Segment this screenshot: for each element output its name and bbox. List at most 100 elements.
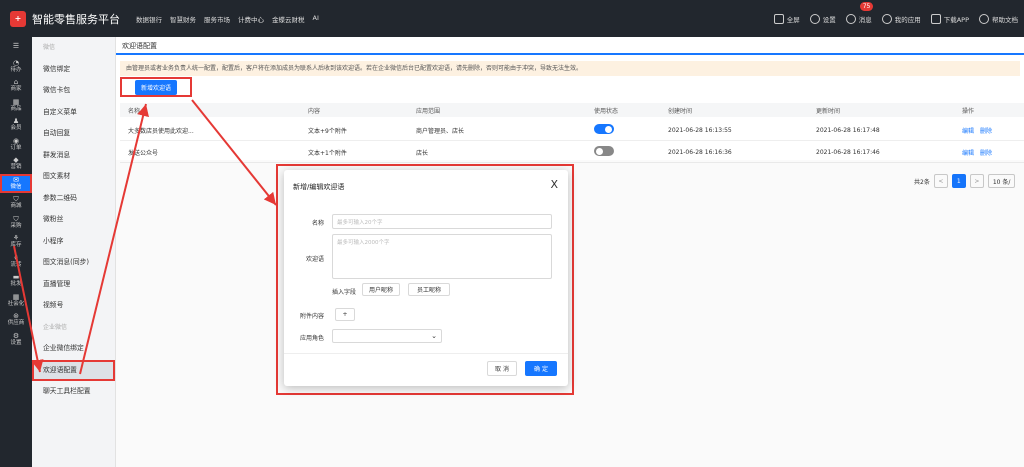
col-scope: 应用范围 [416, 107, 441, 115]
rail-item-wechat[interactable]: ✉ 微信 [0, 173, 32, 193]
role-label: 应用角色 [299, 335, 324, 342]
fullscreen-button[interactable]: 全屏 [773, 13, 800, 24]
submenu-group-wechat: 微信 [43, 44, 56, 51]
close-icon[interactable]: X [550, 178, 558, 191]
col-actions: 操作 [962, 107, 975, 115]
rail-item-member[interactable]: ♟ 会员 [0, 115, 32, 135]
submenu-item-work-wechat-bind[interactable]: 企业微信绑定 [32, 338, 115, 360]
row-updated: 2021-06-28 16:17:48 [816, 126, 880, 134]
wholesale-icon: ▬ [12, 273, 20, 281]
edit-link[interactable]: 编辑 [962, 150, 974, 157]
col-content: 内容 [308, 107, 321, 115]
welcome-edit-dialog: 新增/编辑欢迎语 X 名称 最多可输入20个字 欢迎语 最多可输入2000个字 … [284, 170, 568, 386]
rail-item-merchant[interactable]: ⌂ 商家 [0, 76, 32, 96]
row-scope: 店长 [416, 149, 429, 157]
rail-item-flow[interactable]: ⚱ 流转 [0, 252, 32, 272]
top-bar: + 智能零售服务平台 数据银行 智慧财务 服务市场 计费中心 金蝶云财税 AI … [0, 0, 1024, 37]
topnav-kingdee[interactable]: 金蝶云财税 [272, 14, 305, 24]
submenu-item-chat-toolbar[interactable]: 聊天工具栏配置 [32, 381, 115, 403]
dialog-title: 新增/编辑欢迎语 [293, 183, 345, 191]
settings-button[interactable]: 设置 [809, 13, 836, 24]
rail-item-stock[interactable]: ⚘ 库存 [0, 232, 32, 252]
submenu: 微信 微信绑定 微信卡包 自定义菜单 自动回复 群发消息 图文素材 参数二维码 … [32, 37, 116, 467]
submenu-item-miniprogram[interactable]: 小程序 [32, 231, 115, 253]
rail-item-marketing[interactable]: ◆ 营销 [0, 154, 32, 174]
main-rail: ☰ ◔ 待办 ⌂ 商家 ▦ 商品 ♟ 会员 ◉ 订单 ◆ 营销 ✉ 微信 ⛉ 商城 ⛉ 采购 ⚘ 库… [0, 37, 32, 467]
submenu-item-material[interactable]: 图文素材 [32, 166, 115, 188]
submenu-item-broadcast[interactable]: 群发消息 [32, 145, 115, 167]
add-attachment-button[interactable]: + [335, 308, 355, 321]
edit-link[interactable]: 编辑 [962, 128, 974, 135]
confirm-button[interactable]: 确 定 [525, 361, 557, 376]
rail-item-goods[interactable]: ▦ 商品 [0, 96, 32, 116]
help-icon [979, 13, 989, 24]
top-nav: 数据银行 智慧财务 服务市场 计费中心 金蝶云财税 AI [136, 14, 319, 24]
rail-item-supplier[interactable]: ⊛ 供应商 [0, 310, 32, 330]
submenu-item-qrcode[interactable]: 参数二维码 [32, 188, 115, 210]
submenu-item-fans[interactable]: 微粉丝 [32, 209, 115, 231]
submenu-item-channels[interactable]: 视频号 [32, 295, 115, 317]
submenu-item-welcome-config[interactable]: 欢迎语配置 [32, 359, 115, 381]
submenu-item-card[interactable]: 微信卡包 [32, 80, 115, 102]
insert-user-nickname-button[interactable]: 用户昵称 [362, 283, 400, 296]
grid-icon: ▦ [12, 97, 20, 106]
greeting-textarea[interactable]: 最多可输入2000个字 [332, 234, 552, 279]
cancel-button[interactable]: 取 消 [487, 361, 517, 376]
col-updated: 更新时间 [816, 107, 841, 115]
rail-item-purchase[interactable]: ⛉ 采购 [0, 213, 32, 233]
insert-staff-nickname-button[interactable]: 员工昵称 [408, 283, 450, 296]
rail-menu-toggle[interactable]: ☰ [0, 37, 32, 57]
delete-link[interactable]: 删除 [980, 150, 992, 157]
submenu-item-live[interactable]: 直播管理 [32, 274, 115, 296]
app-title: 智能零售服务平台 [32, 12, 120, 26]
rail-item-order[interactable]: ◉ 订单 [0, 135, 32, 155]
row-updated: 2021-06-28 16:17:46 [816, 148, 880, 156]
name-input[interactable]: 最多可输入20个字 [332, 214, 552, 229]
rail-item-todo[interactable]: ◔ 待办 [0, 57, 32, 77]
rail-item-mall[interactable]: ⛉ 商城 [0, 193, 32, 213]
submenu-item-auto-reply[interactable]: 自动回复 [32, 123, 115, 145]
attachment-label: 附件内容 [299, 313, 324, 320]
row-content: 文本+1个附件 [308, 149, 347, 157]
status-toggle[interactable] [594, 146, 614, 156]
rail-item-social[interactable]: ▦ 社会化 [0, 291, 32, 311]
box-icon: ⚘ [12, 234, 20, 242]
submenu-item-wechat-bind[interactable]: 微信绑定 [32, 59, 115, 81]
topnav-data-bank[interactable]: 数据银行 [136, 14, 162, 24]
delete-link[interactable]: 删除 [980, 128, 992, 135]
row-created: 2021-06-28 16:16:36 [668, 148, 732, 156]
status-toggle[interactable] [594, 124, 614, 134]
home-icon: ⌂ [13, 78, 19, 86]
row-created: 2021-06-28 16:13:55 [668, 126, 732, 134]
row-content: 文本+9个附件 [308, 127, 347, 135]
table-row: 大多数店员使用此欢迎... 文本+9个附件 商户管理员、店长 2021-06-2… [120, 120, 1024, 141]
rail-item-wholesale[interactable]: ▬ 批发 [0, 271, 32, 291]
submenu-item-custom-menu[interactable]: 自定义菜单 [32, 102, 115, 124]
clock-icon: ◔ [12, 58, 20, 67]
cart-icon: ⛉ [13, 214, 19, 223]
submenu-item-article-sync[interactable]: 图文消息(同步) [32, 252, 115, 274]
col-name: 名称 [128, 107, 141, 115]
messages-button[interactable]: 75 消息 [845, 1, 874, 24]
help-button[interactable]: 帮助文档 [979, 13, 1018, 24]
my-apps-button[interactable]: 我的应用 [881, 13, 921, 24]
download-app-button[interactable]: 下载APP [930, 13, 969, 24]
topnav-billing[interactable]: 计费中心 [238, 14, 264, 24]
row-name: 发送公众号 [128, 149, 159, 157]
col-status: 使用状态 [594, 107, 619, 115]
topnav-market[interactable]: 服务市场 [204, 14, 230, 24]
bell-icon [845, 13, 856, 24]
submenu-group-work-wechat: 企业微信 [43, 323, 68, 331]
menu-icon: ☰ [12, 41, 20, 50]
cube-icon [881, 13, 892, 24]
gear-icon: ⚙ [12, 331, 20, 340]
add-welcome-button[interactable]: 新增欢迎语 [134, 79, 177, 95]
topnav-ai[interactable]: AI [313, 14, 319, 24]
page-title: 欢迎语配置 [116, 37, 1024, 55]
role-select[interactable]: ⌄ [332, 329, 442, 343]
rail-item-settings[interactable]: ⚙ 设置 [0, 330, 32, 350]
notice-banner: 由管理员或者业务负责人统一配置，配置后，客户将在添加成员为联系人后收到该欢迎语。… [120, 61, 1020, 76]
topnav-finance[interactable]: 智慧财务 [170, 14, 196, 24]
app-logo[interactable]: + [10, 10, 26, 27]
name-label: 名称 [311, 220, 324, 227]
